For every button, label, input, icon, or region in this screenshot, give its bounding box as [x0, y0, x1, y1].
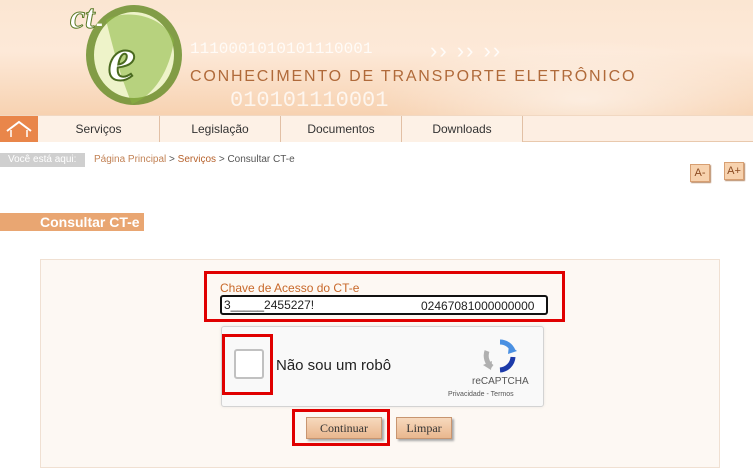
breadcrumb: Página Principal > Serviços > Consultar …	[94, 154, 295, 165]
recaptcha-links[interactable]: Privacidade - Termos	[448, 391, 514, 398]
breadcrumb-home-link[interactable]: Página Principal	[94, 154, 166, 165]
nav-item-servicos[interactable]: Serviços	[38, 116, 160, 142]
clear-button[interactable]: Limpar	[396, 417, 452, 439]
breadcrumb-servicos-link[interactable]: Serviços	[178, 154, 216, 165]
svg-text:-: -	[96, 13, 103, 35]
access-key-label: Chave de Acesso do CT-e	[220, 281, 360, 295]
access-key-value-end: 02467081000000000	[421, 299, 535, 313]
main-nav: Serviços Legislação Documentos Downloads	[0, 115, 753, 142]
banner-title: CONHECIMENTO DE TRANSPORTE ELETRÔNICO	[190, 68, 637, 85]
breadcrumb-separator: >	[169, 154, 175, 165]
recaptcha-checkbox[interactable]	[234, 349, 264, 379]
svg-text:e: e	[108, 26, 136, 94]
nav-item-downloads[interactable]: Downloads	[402, 116, 523, 142]
section-title: Consultar CT-e	[0, 213, 144, 231]
svg-text:ct: ct	[70, 0, 96, 36]
access-key-input[interactable]: 3_____2455227! 02467081000000000	[220, 295, 548, 315]
breadcrumb-label: Você está aqui:	[0, 153, 85, 167]
cte-logo[interactable]: ct e -	[62, 0, 192, 110]
home-icon	[6, 120, 32, 137]
continue-button[interactable]: Continuar	[306, 417, 382, 439]
recaptcha-brand: reCAPTCHA	[472, 376, 529, 387]
banner-arrows: ›› ›› ››	[430, 38, 503, 63]
access-key-value-start: 3_____2455227!	[224, 298, 315, 312]
breadcrumb-separator: >	[218, 154, 225, 165]
recaptcha-label: Não sou um robô	[276, 357, 392, 374]
banner-binary-bottom: 010101110001	[230, 88, 389, 113]
recaptcha-icon	[483, 339, 517, 373]
nav-item-legislacao[interactable]: Legislação	[160, 116, 281, 142]
font-increase-button[interactable]: A+	[724, 162, 744, 180]
breadcrumb-current: Consultar CT-e	[227, 154, 295, 165]
home-button[interactable]	[0, 116, 38, 142]
page: 1110001010101110001 ›› ›› ›› 01010111000…	[0, 0, 753, 468]
nav-item-documentos[interactable]: Documentos	[281, 116, 402, 142]
banner-binary-top: 1110001010101110001	[190, 40, 373, 58]
font-decrease-button[interactable]: A-	[690, 164, 710, 182]
